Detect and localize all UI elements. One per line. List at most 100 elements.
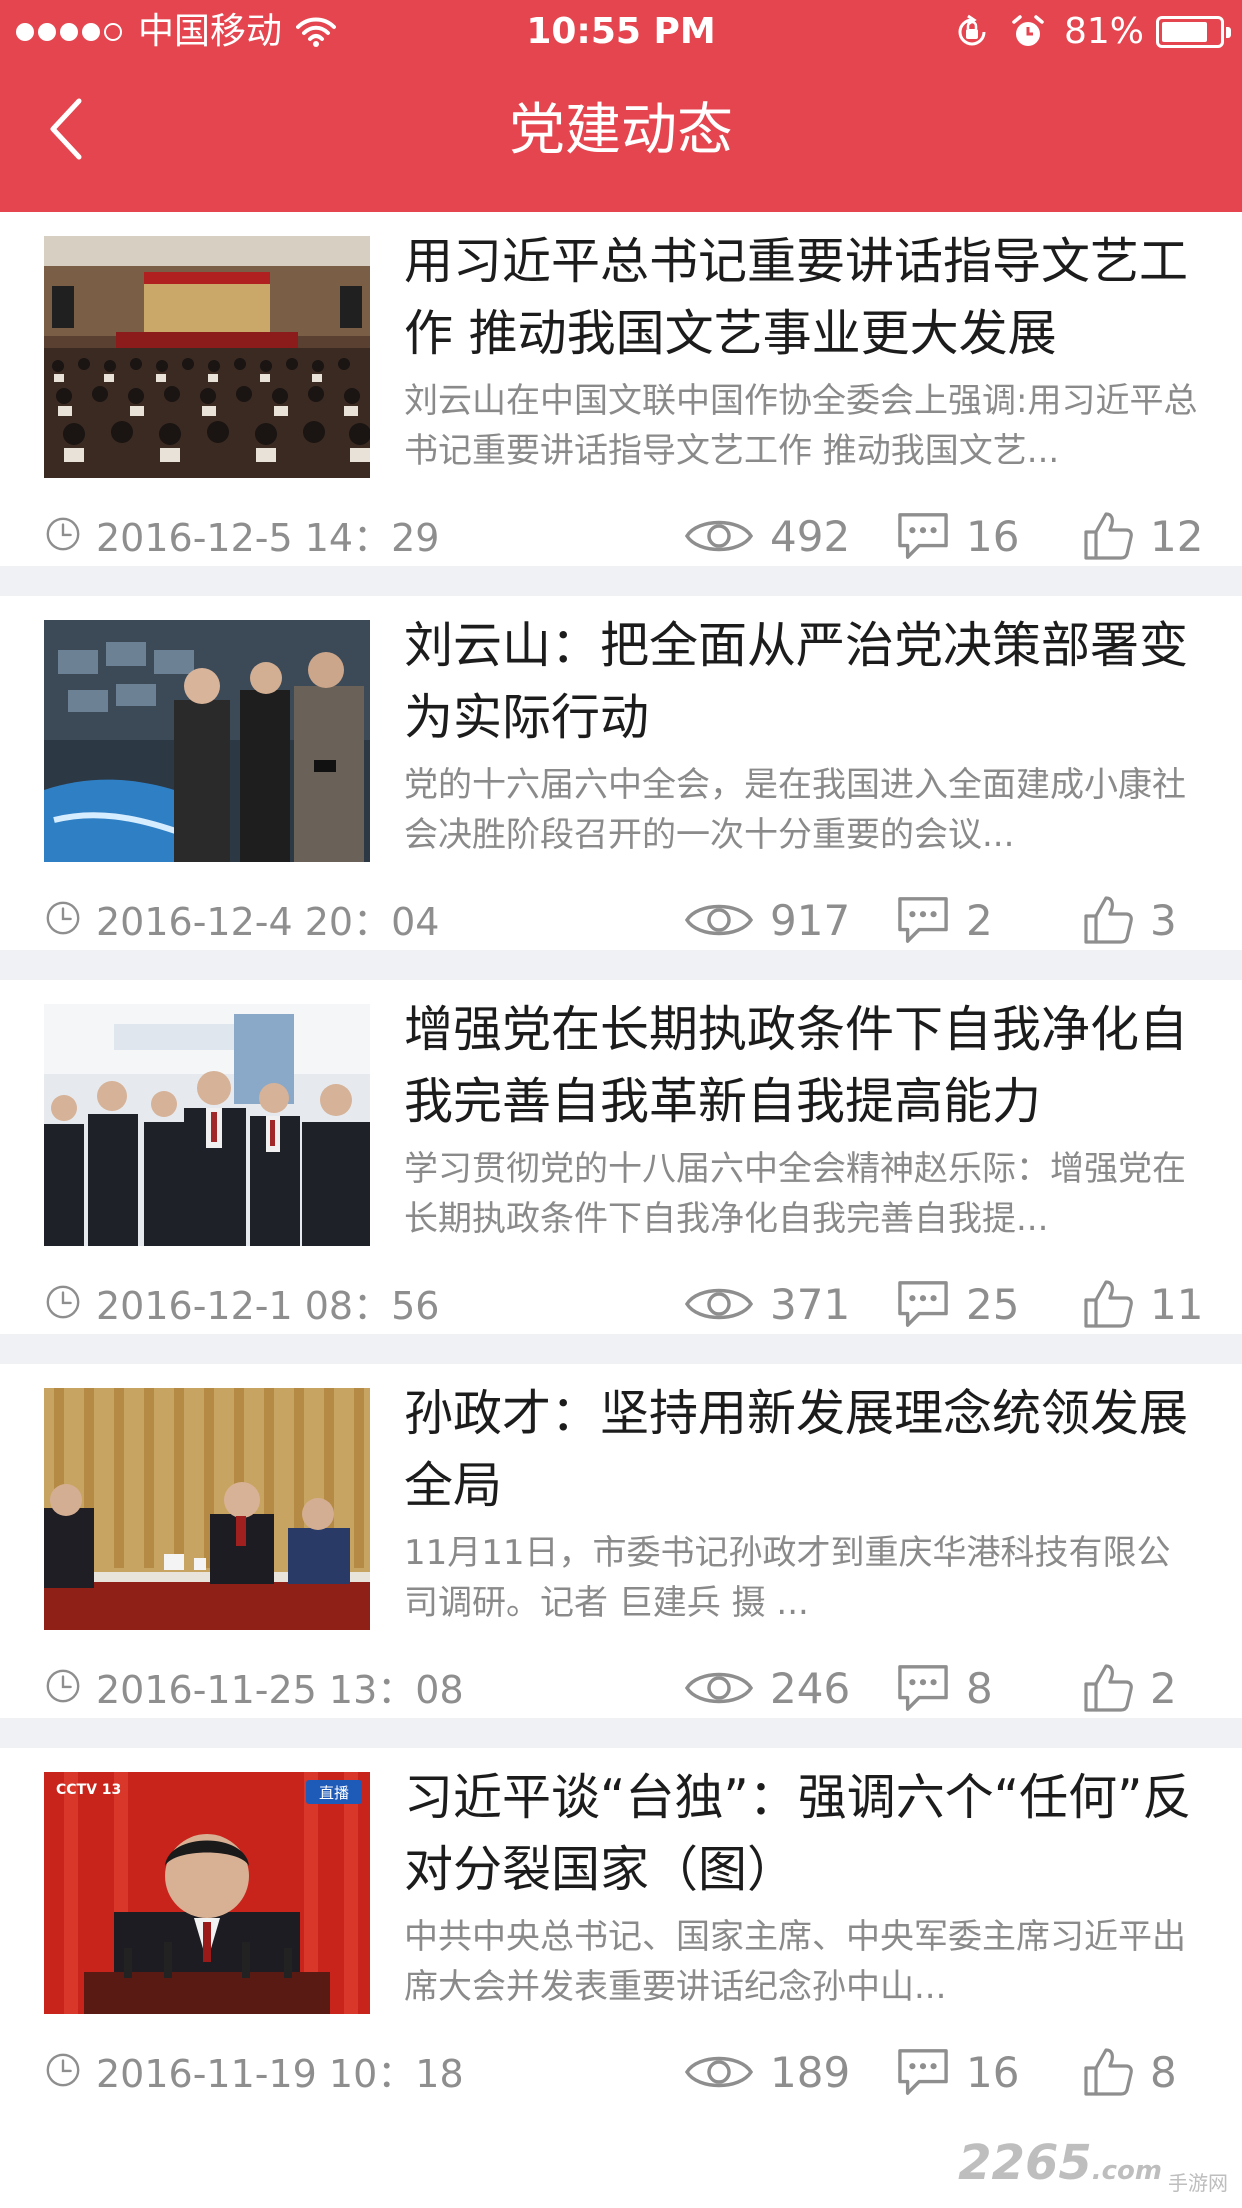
comment-icon <box>896 1663 950 1713</box>
news-item[interactable]: 孙政才：坚持用新发展理念统领发展全局 11月11日，市委书记孙政才到重庆华港科技… <box>0 1364 1242 1748</box>
eye-icon <box>684 1666 754 1710</box>
like-count-text: 8 <box>1150 2047 1177 2097</box>
publish-time-text: 2016-12-4 20：04 <box>96 899 440 944</box>
news-feed: 用习近平总书记重要讲话指导文艺工作 推动我国文艺事业更大发展 刘云山在中国文联中… <box>0 212 1242 2132</box>
view-count: 189 <box>684 2040 850 2104</box>
live-badge: 直播 <box>319 1784 349 1802</box>
view-count-text: 189 <box>770 2047 851 2097</box>
watermark-logo: 2265.com <box>958 2135 1162 2191</box>
publish-time: 2016-11-19 10：18 <box>44 2040 464 2100</box>
status-right: 81% <box>934 0 1231 64</box>
thumbs-up-icon <box>1082 894 1134 946</box>
comment-count-text: 8 <box>966 1663 993 1713</box>
thumbs-up-icon <box>1082 510 1134 562</box>
like-button[interactable]: 11 <box>1082 1272 1203 1336</box>
news-item[interactable]: 刘云山：把全面从严治党决策部署变为实际行动 党的十六届六中全会，是在我国进入全面… <box>0 596 1242 980</box>
like-count-text: 11 <box>1150 1279 1204 1329</box>
comment-button[interactable]: 2 <box>896 888 993 952</box>
article-title[interactable]: 习近平谈“台独”：强调六个“任何”反对分裂国家（图） <box>404 1762 1214 1906</box>
like-button[interactable]: 2 <box>1082 1656 1177 1720</box>
article-summary: 刘云山在中国文联中国作协全委会上强调:用习近平总书记重要讲话指导文艺工作 推动我… <box>404 381 1198 471</box>
alarm-icon <box>1010 14 1046 50</box>
view-count: 371 <box>684 1272 850 1336</box>
comment-count-text: 16 <box>966 2047 1020 2097</box>
battery-icon <box>1156 16 1231 48</box>
publish-time: 2016-12-5 14：29 <box>44 504 439 564</box>
eye-icon <box>684 2050 754 2094</box>
battery-percentage: 81% <box>1063 11 1144 52</box>
app-header: 中国移动 10:55 PM 81% 党建动态 <box>0 0 1242 212</box>
like-button[interactable]: 8 <box>1082 2040 1177 2104</box>
clock-icon <box>44 1283 82 1321</box>
article-summary: 11月11日，市委书记孙政才到重庆华港科技有限公司调研。记者 巨建兵 摄 ... <box>404 1533 1171 1623</box>
article-summary: 学习贯彻党的十八届六中全会精神赵乐际：增强党在长期执政条件下自我净化自我完善自我… <box>404 1149 1186 1239</box>
battery-level-fill <box>1162 22 1208 42</box>
thumbs-up-icon <box>1082 1662 1134 1714</box>
publish-time-text: 2016-11-25 13：08 <box>96 1667 464 1712</box>
article-thumbnail-speech: CCTV 13 直播 <box>44 1772 370 2014</box>
article-summary: 党的十六届六中全会，是在我国进入全面建成小康社会决胜阶段召开的一次十分重要的会议… <box>404 765 1186 855</box>
clock-icon <box>44 899 82 937</box>
site-watermark: 2265.com 手游网 <box>958 2138 1228 2196</box>
eye-icon <box>684 514 754 558</box>
article-thumbnail-meeting-table <box>44 1388 370 1630</box>
article-thumbnail-officials <box>44 1004 370 1246</box>
like-count-text: 12 <box>1150 511 1204 561</box>
article-meta: 2016-12-1 08：56 371 25 11 <box>44 1272 1204 1332</box>
like-button[interactable]: 12 <box>1082 504 1203 568</box>
watermark-subtext: 手游网 <box>1168 2171 1228 2195</box>
publish-time-text: 2016-12-5 14：29 <box>96 515 440 560</box>
publish-time: 2016-12-1 08：56 <box>44 1272 439 1332</box>
view-count: 492 <box>684 504 850 568</box>
eye-icon <box>684 898 754 942</box>
view-count-text: 371 <box>770 1279 851 1329</box>
article-meta: 2016-12-4 20：04 917 2 3 <box>44 888 1204 948</box>
article-summary: 中共中央总书记、国家主席、中央军委主席习近平出席大会并发表重要讲话纪念孙中山..… <box>404 1917 1186 2007</box>
view-count-text: 246 <box>770 1663 851 1713</box>
comment-count-text: 25 <box>966 1279 1020 1329</box>
publish-time-text: 2016-11-19 10：18 <box>96 2051 464 2096</box>
comment-icon <box>896 2047 950 2097</box>
comment-icon <box>896 1279 950 1329</box>
like-count-text: 2 <box>1150 1663 1177 1713</box>
like-count-text: 3 <box>1150 895 1177 945</box>
channel-logo: CCTV 13 <box>56 1782 121 1798</box>
eye-icon <box>684 1282 754 1326</box>
article-title[interactable]: 增强党在长期执政条件下自我净化自我完善自我革新自我提高能力 <box>404 994 1214 1138</box>
news-item[interactable]: 增强党在长期执政条件下自我净化自我完善自我革新自我提高能力 学习贯彻党的十八届六… <box>0 980 1242 1364</box>
article-title[interactable]: 刘云山：把全面从严治党决策部署变为实际行动 <box>404 610 1214 754</box>
publish-time: 2016-12-4 20：04 <box>44 888 439 948</box>
clock-icon <box>44 2051 82 2089</box>
news-item[interactable]: CCTV 13 直播 习近平谈“台独”：强调六个“任何”反对分裂国家（图） 中共… <box>0 1748 1242 2132</box>
comment-icon <box>896 511 950 561</box>
view-count: 917 <box>684 888 850 952</box>
view-count-text: 917 <box>770 895 851 945</box>
like-button[interactable]: 3 <box>1082 888 1177 952</box>
article-meta: 2016-11-19 10：18 189 16 8 <box>44 2040 1204 2100</box>
article-thumbnail-exhibition <box>44 620 370 862</box>
comment-count-text: 16 <box>966 511 1020 561</box>
publish-time-text: 2016-12-1 08：56 <box>96 1283 440 1328</box>
view-count: 246 <box>684 1656 850 1720</box>
news-item[interactable]: 用习近平总书记重要讲话指导文艺工作 推动我国文艺事业更大发展 刘云山在中国文联中… <box>0 212 1242 596</box>
nav-bar: 党建动态 <box>0 64 1242 212</box>
comment-button[interactable]: 8 <box>896 1656 993 1720</box>
thumbs-up-icon <box>1082 1278 1134 1330</box>
comment-button[interactable]: 25 <box>896 1272 1019 1336</box>
view-count-text: 492 <box>770 511 851 561</box>
page-title: 党建动态 <box>509 98 733 163</box>
comment-button[interactable]: 16 <box>896 2040 1019 2104</box>
clock-icon <box>44 1667 82 1705</box>
article-title[interactable]: 用习近平总书记重要讲话指导文艺工作 推动我国文艺事业更大发展 <box>404 226 1214 370</box>
comment-button[interactable]: 16 <box>896 504 1019 568</box>
publish-time: 2016-11-25 13：08 <box>44 1656 464 1716</box>
article-meta: 2016-12-5 14：29 492 16 12 <box>44 504 1204 564</box>
comment-icon <box>896 895 950 945</box>
article-thumbnail-meeting-hall <box>44 236 370 478</box>
comment-count-text: 2 <box>966 895 993 945</box>
thumbs-up-icon <box>1082 2046 1134 2098</box>
clock-icon <box>44 515 82 553</box>
orientation-lock-icon <box>954 14 990 50</box>
article-meta: 2016-11-25 13：08 246 8 2 <box>44 1656 1204 1716</box>
article-title[interactable]: 孙政才：坚持用新发展理念统领发展全局 <box>404 1378 1214 1522</box>
